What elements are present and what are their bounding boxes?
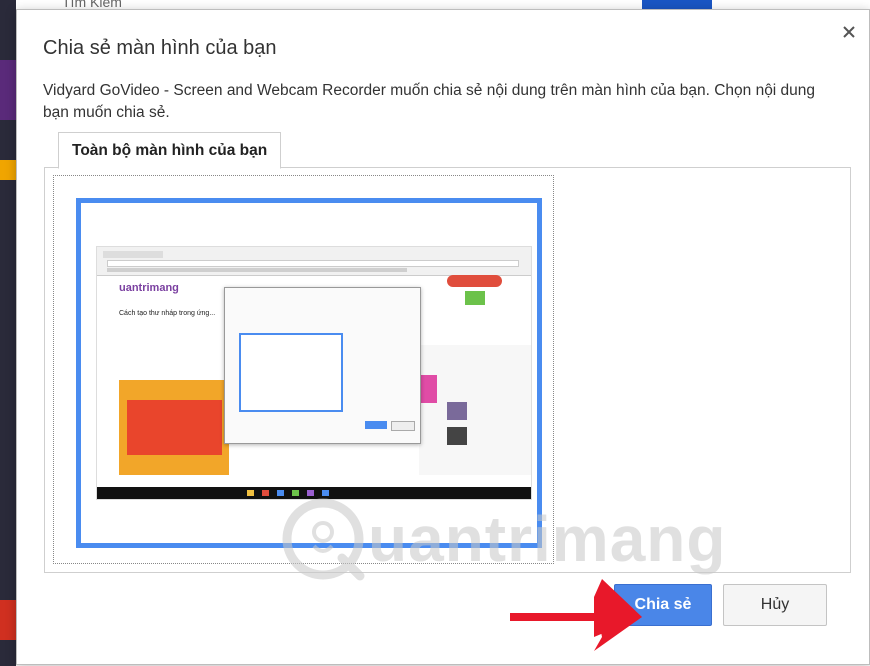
screen-thumbnail: uantrimang Cách tạo thư nháp trong ứng..… (76, 198, 542, 548)
screen-preview: uantrimang Cách tạo thư nháp trong ứng..… (96, 246, 532, 500)
preview-side-image (447, 402, 467, 420)
preview-sidebar (419, 345, 531, 475)
share-button[interactable]: Chia sẻ (614, 584, 712, 626)
close-icon-glyph (843, 26, 855, 38)
preview-green-box (465, 291, 485, 305)
preview-nested-dialog (224, 287, 421, 444)
taskbar-icon (292, 490, 299, 496)
preview-side-image (447, 427, 467, 445)
preview-logo: uantrimang (119, 282, 179, 294)
screen-source-option[interactable]: uantrimang Cách tạo thư nháp trong ứng..… (53, 175, 554, 564)
preview-headline: Cách tạo thư nháp trong ứng... (119, 310, 216, 317)
preview-url-bar (107, 260, 519, 267)
preview-red-button (447, 275, 502, 287)
taskbar-icon (307, 490, 314, 496)
preview-nested-thumbnail (239, 333, 343, 412)
preview-tab (103, 251, 163, 258)
preview-promo-inner (127, 400, 222, 455)
preview-pink-image (419, 375, 437, 403)
background-stripe (0, 60, 16, 120)
tab-panel: uantrimang Cách tạo thư nháp trong ứng..… (44, 167, 851, 573)
taskbar-icon (262, 490, 269, 496)
cancel-button[interactable]: Hủy (723, 584, 827, 626)
taskbar-icon (277, 490, 284, 496)
preview-bookmarks (107, 268, 407, 272)
dialog-description: Vidyard GoVideo - Screen and Webcam Reco… (43, 82, 816, 121)
dialog-title: Chia sẻ màn hình của bạn (43, 37, 277, 59)
preview-nested-share-button (365, 421, 387, 429)
preview-taskbar (97, 487, 531, 499)
background-stripe (0, 600, 16, 640)
preview-browser-chrome (97, 247, 531, 276)
taskbar-icon (322, 490, 329, 496)
background-stripe (0, 160, 16, 180)
close-icon[interactable] (841, 24, 857, 40)
background-page-left (0, 0, 16, 666)
taskbar-icon (247, 490, 254, 496)
tab-entire-screen[interactable]: Toàn bộ màn hình của bạn (58, 132, 282, 169)
preview-promo-banner (119, 380, 229, 475)
preview-nested-cancel-button (391, 421, 415, 431)
share-screen-dialog: Chia sẻ màn hình của bạn Vidyard GoVideo… (16, 9, 870, 665)
